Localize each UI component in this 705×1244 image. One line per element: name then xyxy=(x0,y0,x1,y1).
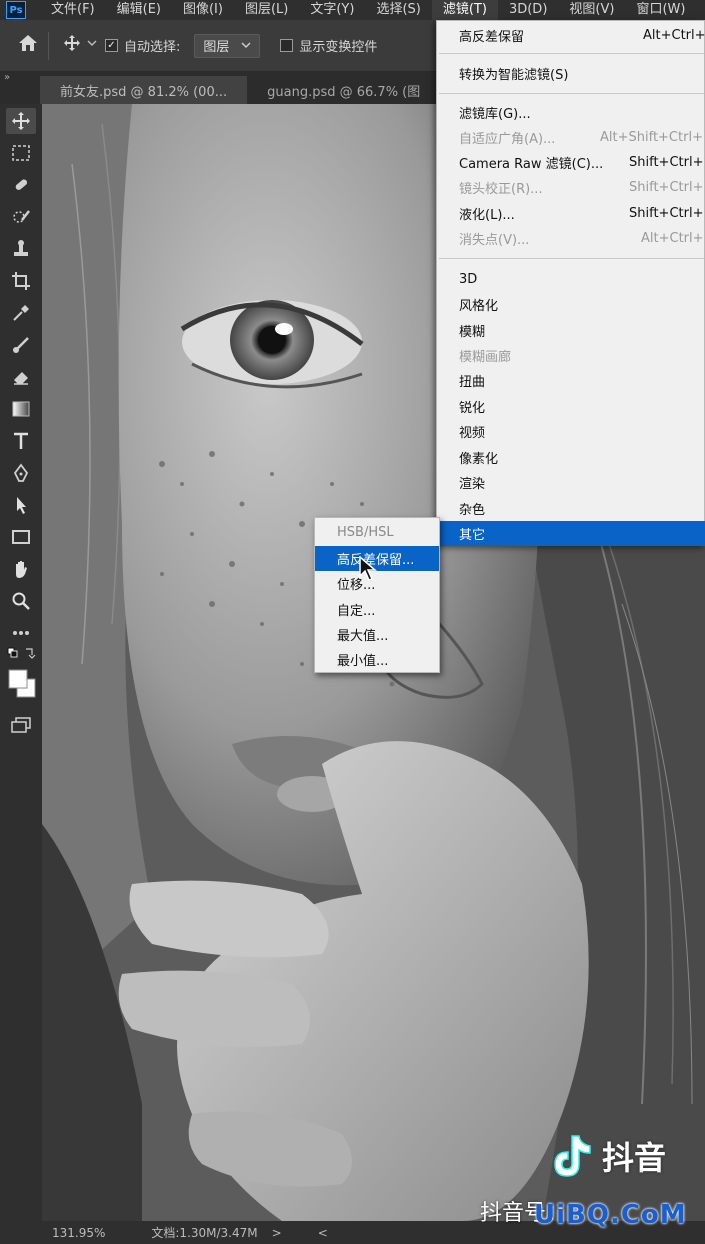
menu-item-video[interactable]: 视频 xyxy=(437,419,705,444)
menu-item-blur[interactable]: 模糊 xyxy=(437,318,705,343)
crop-tool-icon[interactable] xyxy=(6,268,36,294)
auto-select-checkbox[interactable]: ✓ xyxy=(105,39,118,52)
scroll-left-arrow[interactable]: < xyxy=(318,1226,328,1240)
gradient-tool-icon[interactable] xyxy=(6,396,36,422)
menu-image[interactable]: 图像(I) xyxy=(172,0,234,20)
douyin-watermark: 抖音 xyxy=(548,1132,666,1180)
home-icon[interactable] xyxy=(18,34,38,57)
photoshop-logo-icon: Ps xyxy=(6,1,26,19)
zoom-tool-icon[interactable] xyxy=(6,588,36,614)
color-swatches-icon[interactable] xyxy=(6,666,36,702)
menu-item-3d[interactable]: 3D xyxy=(437,267,705,292)
move-tool-icon[interactable] xyxy=(6,108,36,134)
show-transform-checkbox[interactable] xyxy=(280,39,294,52)
menu-3d[interactable]: 3D(D) xyxy=(498,0,558,20)
menu-divider xyxy=(439,53,704,54)
douyin-brand-text: 抖音 xyxy=(602,1139,667,1177)
brush-tool-icon[interactable] xyxy=(6,332,36,358)
rectangle-tool-icon[interactable] xyxy=(6,524,36,550)
swap-colors-icon[interactable] xyxy=(6,644,36,662)
menu-item-noise[interactable]: 杂色 xyxy=(437,496,705,521)
menu-bar: Ps 文件(F) 编辑(E) 图像(I) 图层(L) 文字(Y) 选择(S) 滤… xyxy=(0,0,705,20)
collapse-panel-icon[interactable]: » xyxy=(4,72,10,83)
type-tool-icon[interactable] xyxy=(6,428,36,454)
tab-document-1[interactable]: 前女友.psd @ 81.2% (00... xyxy=(40,76,248,104)
menu-type[interactable]: 文字(Y) xyxy=(299,0,365,20)
submenu-item-minimum[interactable]: 最小值... xyxy=(315,647,439,672)
healing-brush-tool-icon[interactable] xyxy=(6,172,36,198)
menu-item-render[interactable]: 渲染 xyxy=(437,470,705,495)
show-transform-label: 显示变换控件 xyxy=(299,40,378,55)
menu-edit[interactable]: 编辑(E) xyxy=(106,0,172,20)
other-submenu: HSB/HSL 高反差保留... 位移... 自定... 最大值... 最小值.… xyxy=(314,517,440,673)
mouse-cursor-icon xyxy=(358,555,380,588)
auto-select-label: 自动选择: xyxy=(124,40,181,55)
menu-item-sharpen[interactable]: 锐化 xyxy=(437,394,705,419)
menu-divider xyxy=(439,258,704,259)
marquee-tool-icon[interactable] xyxy=(6,140,36,166)
submenu-item-maximum[interactable]: 最大值... xyxy=(315,622,439,647)
menu-filter[interactable]: 滤镜(T) xyxy=(431,0,498,20)
divider xyxy=(48,31,49,60)
status-expand-arrow[interactable]: > xyxy=(272,1226,282,1240)
menu-view[interactable]: 视图(V) xyxy=(558,0,625,20)
uibq-watermark: UiBQ.CoM xyxy=(534,1200,687,1230)
menu-item-stylize[interactable]: 风格化 xyxy=(437,292,705,317)
menu-divider xyxy=(439,93,704,94)
menu-item-filter-gallery[interactable]: 滤镜库(G)... xyxy=(437,100,705,125)
zoom-level[interactable]: 131.95% xyxy=(52,1226,105,1240)
menu-item-convert-smart-filter[interactable]: 转换为智能滤镜(S) xyxy=(437,61,705,86)
menu-item-pixelate[interactable]: 像素化 xyxy=(437,445,705,470)
menu-item-last-filter[interactable]: 高反差保留 Alt+Ctrl+ xyxy=(437,23,705,48)
menu-item-other[interactable]: 其它 xyxy=(437,521,705,546)
menu-layer[interactable]: 图层(L) xyxy=(234,0,299,20)
tools-panel xyxy=(0,104,42,1221)
menu-window[interactable]: 窗口(W) xyxy=(625,0,696,20)
menu-item-distort[interactable]: 扭曲 xyxy=(437,368,705,393)
chevron-down-icon xyxy=(241,38,251,53)
document-size: 文档:1.30M/3.47M xyxy=(151,1226,258,1240)
menu-item-camera-raw[interactable]: Camera Raw 滤镜(C)... Shift+Ctrl+ xyxy=(437,150,705,175)
quick-selection-tool-icon[interactable] xyxy=(6,204,36,230)
menu-select[interactable]: 选择(S) xyxy=(365,0,431,20)
auto-select-target-dropdown[interactable]: 图层 xyxy=(194,33,261,58)
clone-stamp-tool-icon[interactable] xyxy=(6,236,36,262)
menu-item-liquify[interactable]: 液化(L)... Shift+Ctrl+ xyxy=(437,201,705,226)
submenu-item-hsb-hsl[interactable]: HSB/HSL xyxy=(315,520,439,545)
menu-item-blur-gallery[interactable]: 模糊画廊 xyxy=(437,343,705,368)
menu-item-adaptive-wide-angle[interactable]: 自适应广角(A)... Alt+Shift+Ctrl+ xyxy=(437,125,705,150)
more-tools-icon[interactable] xyxy=(6,620,36,646)
eyedropper-tool-icon[interactable] xyxy=(6,300,36,326)
eraser-tool-icon[interactable] xyxy=(6,364,36,390)
menu-item-vanishing-point[interactable]: 消失点(V)... Alt+Ctrl+ xyxy=(437,226,705,251)
hand-tool-icon[interactable] xyxy=(6,556,36,582)
path-selection-tool-icon[interactable] xyxy=(6,492,36,518)
dropdown-value: 图层 xyxy=(203,40,230,55)
screen-mode-icon[interactable] xyxy=(6,712,36,738)
douyin-logo-icon xyxy=(554,1135,591,1177)
menu-file[interactable]: 文件(F) xyxy=(40,0,106,20)
submenu-item-custom[interactable]: 自定... xyxy=(315,597,439,622)
filter-menu-dropdown: 高反差保留 Alt+Ctrl+ 转换为智能滤镜(S) 滤镜库(G)... 自适应… xyxy=(436,20,705,546)
menu-item-lens-correction[interactable]: 镜头校正(R)... Shift+Ctrl+ xyxy=(437,175,705,200)
move-tool-preset-icon[interactable] xyxy=(63,34,97,57)
pen-tool-icon[interactable] xyxy=(6,460,36,486)
tab-document-2[interactable]: guang.psd @ 66.7% (图 xyxy=(247,76,440,104)
